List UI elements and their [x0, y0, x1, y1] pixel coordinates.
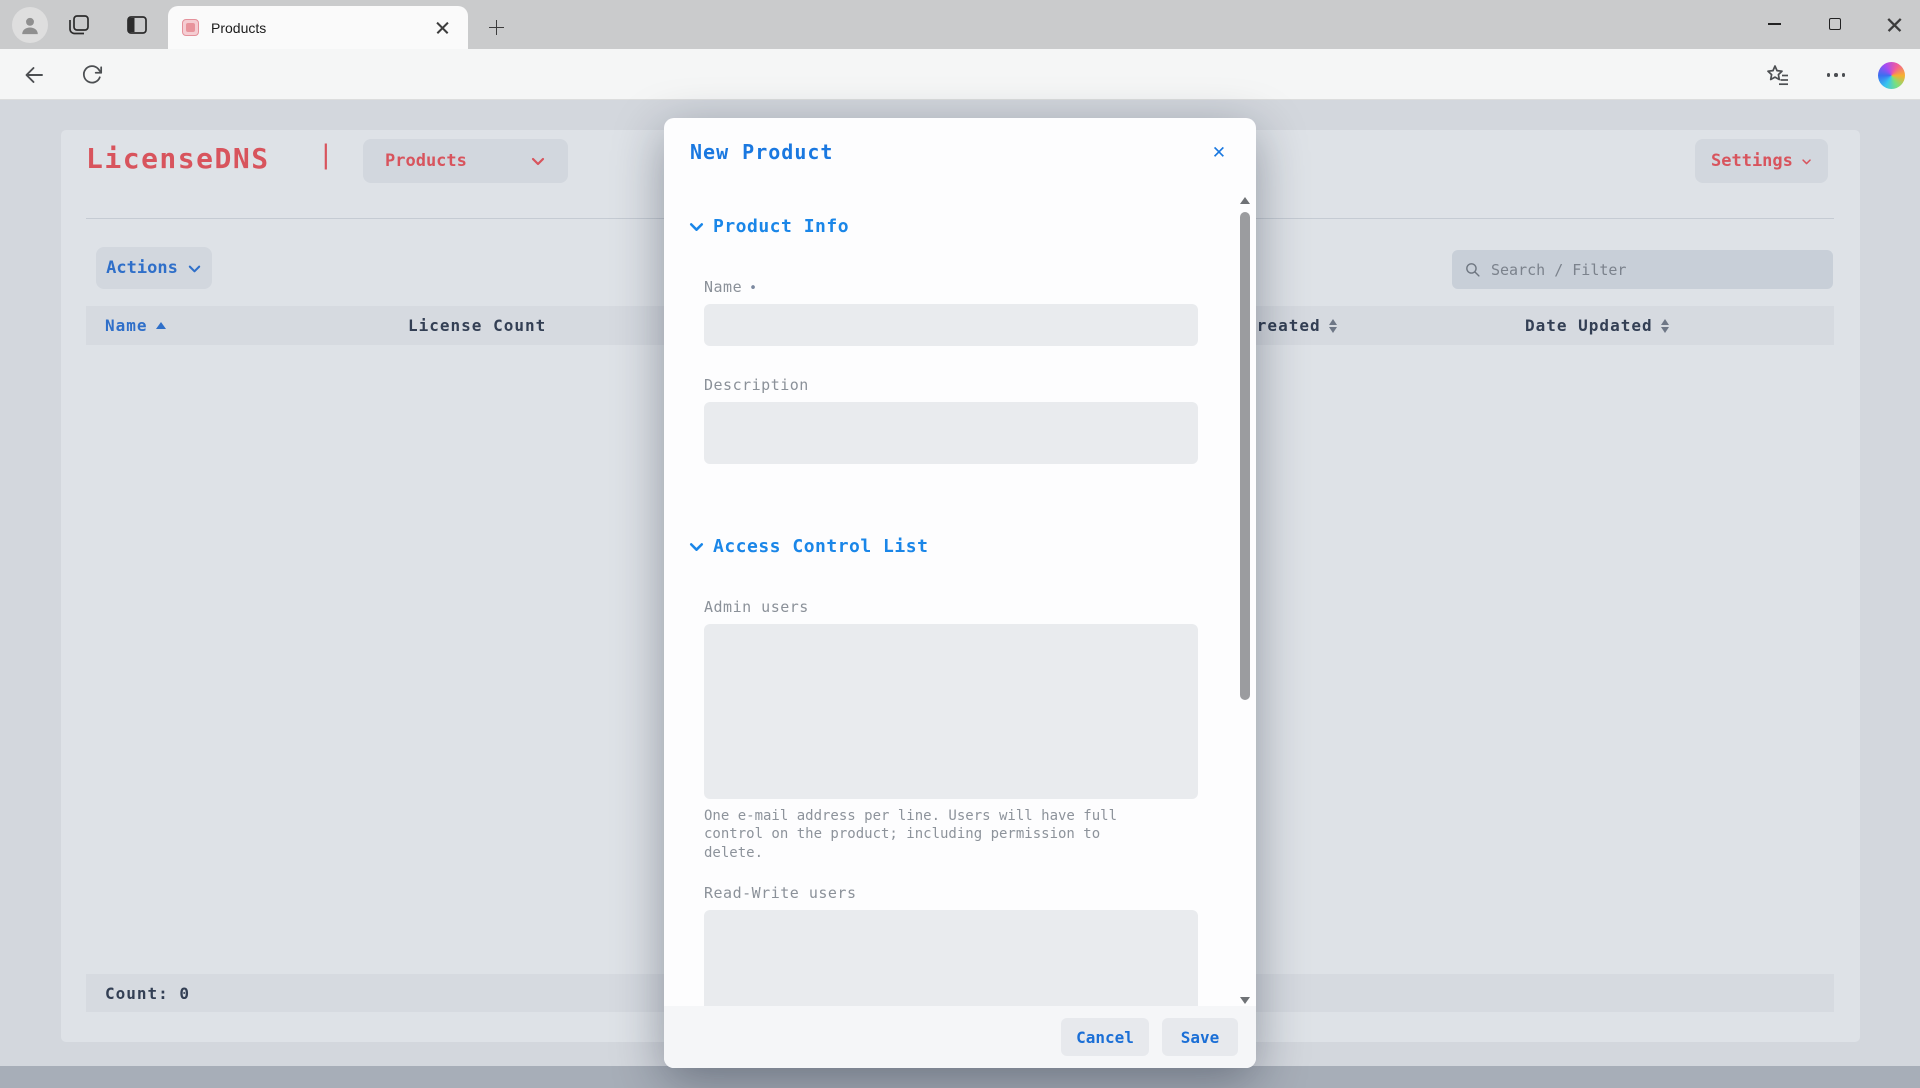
browser-window: Products https://manager.licensedns.net/…: [0, 0, 1920, 1088]
copilot-icon: [1878, 62, 1905, 89]
person-icon: [19, 14, 41, 36]
page-bottom-strip: [0, 1066, 1920, 1088]
close-icon: [436, 21, 449, 34]
vertical-tabs-icon: [125, 13, 149, 37]
scroll-up-button[interactable]: [1240, 196, 1250, 206]
brand-separator: |: [318, 140, 334, 170]
tab-title: Products: [211, 20, 430, 36]
column-header-date-updated[interactable]: Date Updated: [1525, 306, 1669, 345]
minimize-button[interactable]: [1752, 5, 1796, 43]
maximize-button[interactable]: [1813, 5, 1857, 43]
products-nav-label: Products: [385, 151, 467, 171]
scroll-down-button[interactable]: [1240, 996, 1250, 1006]
read-write-users-textarea[interactable]: [704, 910, 1198, 1006]
chevron-down-icon: [688, 218, 705, 235]
refresh-button[interactable]: [76, 59, 108, 91]
column-header-name[interactable]: Name: [105, 306, 166, 345]
brand-logo: LicenseDNS: [86, 142, 270, 175]
site-favicon: [182, 19, 199, 36]
sort-ascending-icon: [156, 322, 166, 329]
new-product-dialog: New Product ✕ Product Info Name • Descrip…: [664, 118, 1256, 1068]
search-icon: [1464, 261, 1481, 278]
workspaces-button[interactable]: [64, 10, 94, 40]
search-filter-box: [1452, 250, 1833, 289]
description-field-label: Description: [704, 376, 809, 394]
new-tab-button[interactable]: [482, 13, 510, 41]
close-icon: [1887, 17, 1902, 32]
favorites-button[interactable]: [1762, 59, 1794, 91]
name-input[interactable]: [704, 304, 1198, 346]
close-tab-button[interactable]: [430, 16, 454, 40]
browser-tab-products[interactable]: Products: [168, 6, 468, 49]
profile-button[interactable]: [12, 7, 48, 43]
sort-both-icon: [1661, 319, 1669, 333]
minimize-icon: [1768, 23, 1781, 25]
name-field-label: Name •: [704, 278, 757, 296]
chevron-down-icon: [530, 153, 546, 169]
admin-users-field-label: Admin users: [704, 598, 809, 616]
ellipsis-icon: [1827, 73, 1846, 77]
section-toggle-access-control-list[interactable]: Access Control List: [688, 536, 928, 557]
actions-label: Actions: [106, 258, 178, 278]
column-header-license-count[interactable]: License Count: [408, 306, 546, 345]
plus-icon: [489, 20, 504, 35]
chevron-down-icon: [688, 538, 705, 555]
save-button[interactable]: Save: [1162, 1018, 1238, 1056]
scrollbar-thumb[interactable]: [1240, 212, 1250, 700]
column-label: License Count: [408, 316, 546, 335]
dialog-scrollbar[interactable]: [1238, 196, 1252, 1006]
column-label: Date Updated: [1525, 316, 1653, 335]
section-title: Product Info: [713, 216, 849, 237]
browser-navbar: https://manager.licensedns.net/products: [0, 49, 1920, 100]
description-input[interactable]: [704, 402, 1198, 464]
chevron-down-icon: [187, 261, 202, 276]
column-label: Name: [105, 316, 148, 335]
chevron-down-icon: [1801, 154, 1812, 169]
tab-actions-button[interactable]: [122, 10, 152, 40]
copilot-button[interactable]: [1874, 58, 1908, 92]
more-options-button[interactable]: [1820, 59, 1852, 91]
settings-dropdown[interactable]: Settings: [1695, 139, 1828, 183]
dialog-footer: Cancel Save: [664, 1006, 1256, 1068]
dialog-body: Product Info Name • Description Access Co…: [664, 196, 1238, 1006]
favorites-list-icon: [1766, 63, 1790, 87]
required-marker: •: [749, 281, 757, 296]
close-window-button[interactable]: [1872, 5, 1916, 43]
refresh-icon: [81, 64, 103, 86]
workspaces-icon: [67, 13, 91, 37]
search-input[interactable]: [1491, 261, 1821, 279]
cancel-button[interactable]: Cancel: [1061, 1018, 1149, 1056]
admin-users-textarea[interactable]: [704, 624, 1198, 799]
back-arrow-icon: [22, 63, 46, 87]
actions-dropdown[interactable]: Actions: [96, 247, 212, 289]
browser-titlebar: Products: [0, 0, 1920, 49]
maximize-icon: [1829, 18, 1841, 30]
sort-both-icon: [1329, 319, 1337, 333]
read-write-users-field-label: Read-Write users: [704, 884, 857, 902]
dialog-title: New Product: [690, 140, 833, 164]
label-text: Name: [704, 278, 742, 296]
section-title: Access Control List: [713, 536, 928, 557]
products-nav-dropdown[interactable]: Products: [363, 139, 568, 183]
admin-users-help-text: One e-mail address per line. Users will …: [704, 807, 1159, 862]
back-button[interactable]: [18, 59, 50, 91]
close-dialog-button[interactable]: ✕: [1204, 136, 1234, 166]
section-toggle-product-info[interactable]: Product Info: [688, 216, 849, 237]
settings-label: Settings: [1711, 151, 1793, 171]
row-count-label: Count: 0: [105, 984, 190, 1003]
